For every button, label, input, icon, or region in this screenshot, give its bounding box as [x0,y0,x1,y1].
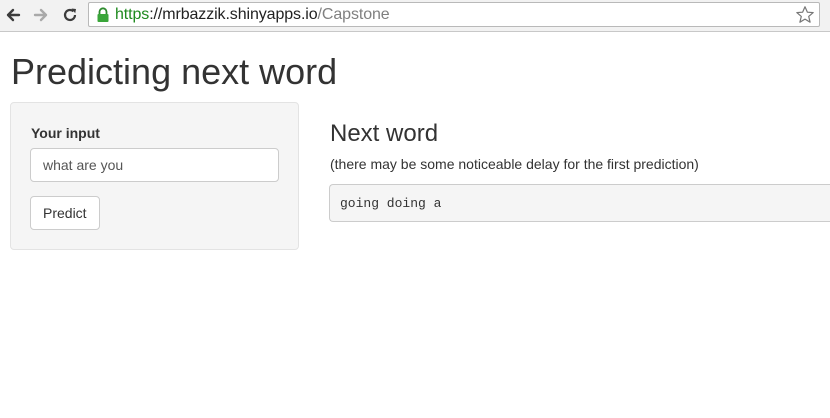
url-scheme: https [115,6,150,23]
input-label: Your input [31,125,100,141]
prediction-output: going doing a [329,184,830,222]
back-arrow-icon[interactable] [2,4,24,26]
delay-note: (there may be some noticeable delay for … [330,156,699,172]
page-title: Predicting next word [11,51,338,92]
forward-arrow-icon[interactable] [30,4,52,26]
reload-icon[interactable] [59,4,81,26]
url-text[interactable]: https://mrbazzik.shinyapps.io/Capstone [115,6,390,24]
url-path: /Capstone [317,6,390,23]
prediction-text: going doing a [340,196,442,211]
browser-toolbar: https://mrbazzik.shinyapps.io/Capstone [0,0,830,32]
lock-icon [96,7,110,23]
input-panel: Your input Predict [10,102,299,250]
url-host: ://mrbazzik.shinyapps.io [149,6,318,23]
star-icon[interactable] [795,5,815,25]
predict-button[interactable]: Predict [30,196,100,230]
next-word-heading: Next word [330,120,439,147]
address-bar[interactable]: https://mrbazzik.shinyapps.io/Capstone [88,2,820,27]
text-input[interactable] [30,148,279,182]
